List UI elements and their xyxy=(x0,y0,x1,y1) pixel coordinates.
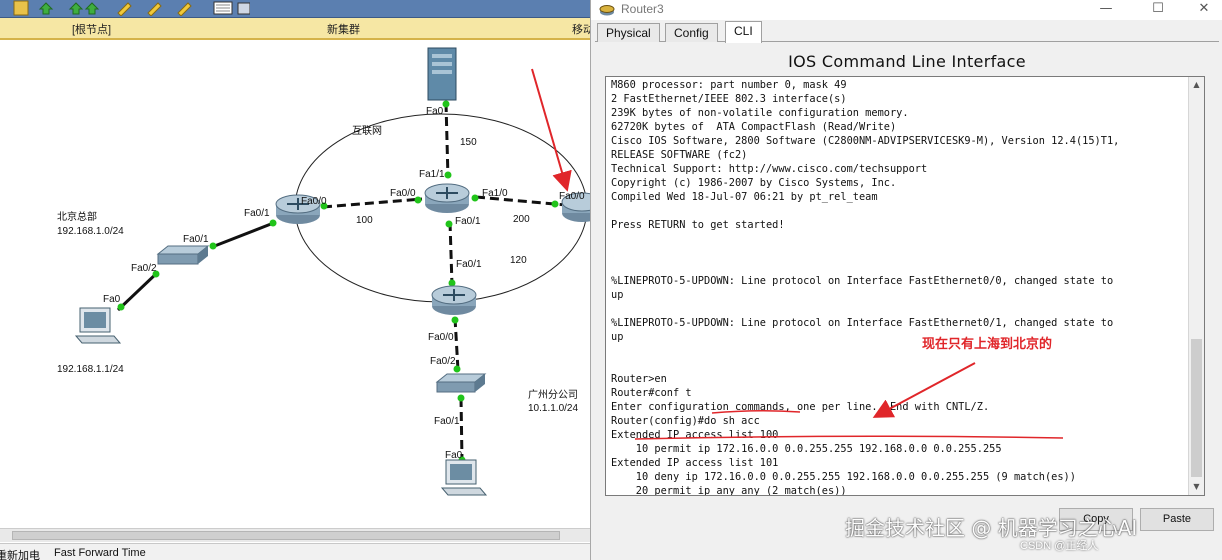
cluster-header: [根节点] 新集群 移动 xyxy=(0,18,596,40)
console-line: Compiled Wed 18-Jul-07 06:21 by pt_rel_t… xyxy=(611,191,878,203)
port-label: Fa0/0 xyxy=(428,332,454,343)
guangzhou-router-icon xyxy=(431,285,477,315)
console-line: Copyright (c) 1986-2007 by Cisco Systems… xyxy=(611,177,897,189)
link-cost-label: 120 xyxy=(510,255,527,266)
link-cost-label: 150 xyxy=(460,137,477,148)
console-line: 2 FastEthernet/IEEE 802.3 interface(s) xyxy=(611,93,847,105)
pc-ip: 192.168.1.1/24 xyxy=(57,364,124,375)
guangzhou-name: 广州分公司 xyxy=(528,390,578,401)
fast-forward-label[interactable]: Fast Forward Time xyxy=(54,547,146,559)
tab-cli[interactable]: CLI xyxy=(725,21,762,43)
console-line: Enter configuration commands, one per li… xyxy=(611,401,990,413)
cli-console[interactable]: M860 processor: part number 0, mask 49 2 … xyxy=(605,76,1205,496)
port-label: Fa0/1 xyxy=(183,234,209,245)
paste-button[interactable]: Paste xyxy=(1140,508,1214,531)
port-label: Fa0/0 xyxy=(559,191,585,202)
tab-bar: Physical Config CLI xyxy=(595,21,1219,43)
toolbar-icons[interactable] xyxy=(0,0,250,16)
guangzhou-network: 10.1.1.0/24 xyxy=(528,403,579,414)
console-line: %LINEPROTO-5-UPDOWN: Line protocol on In… xyxy=(611,317,1114,329)
topology-canvas[interactable]: Fa0 互联网 150 Fa1/1 Fa0/0 Fa0/0 Fa1/0 Fa0/… xyxy=(0,42,596,528)
link-cost-label: 200 xyxy=(513,214,530,225)
console-line: 239K bytes of non-volatile configuration… xyxy=(611,107,909,119)
router-app-icon xyxy=(599,5,615,16)
topology-drawing xyxy=(74,47,596,496)
console-line: up xyxy=(611,331,624,343)
console-line: %LINEPROTO-5-UPDOWN: Line protocol on In… xyxy=(611,275,1114,287)
root-node-label[interactable]: [根节点] xyxy=(72,21,111,37)
console-line: Router>en xyxy=(611,373,667,385)
guangzhou-pc-icon xyxy=(440,459,488,496)
console-line: Extended IP access list 101 xyxy=(611,457,779,469)
beijing-name: 北京总部 xyxy=(57,212,97,223)
status-bar: 重新加电 Fast Forward Time xyxy=(0,543,596,560)
window-title: Router3 xyxy=(621,2,664,16)
console-line: Cisco IOS Software, 2800 Software (C2800… xyxy=(611,135,1120,147)
port-label: Fa0/1 xyxy=(434,416,460,427)
console-scrollbar[interactable]: ▲ ▼ xyxy=(1188,77,1204,495)
port-label: Fa0/1 xyxy=(244,208,270,219)
console-line: RELEASE SOFTWARE (fc2) xyxy=(611,149,748,161)
port-label: Fa0 xyxy=(103,294,121,305)
console-line: 10 deny ip 172.16.0.0 0.0.255.255 192.16… xyxy=(611,471,1076,483)
title-bar[interactable]: Router3 — ☐ ✕ xyxy=(591,0,1222,20)
link-cost-label: 100 xyxy=(356,215,373,226)
console-line: up xyxy=(611,289,624,301)
port-label: Fa0/1 xyxy=(456,259,482,270)
beijing-network: 192.168.1.0/24 xyxy=(57,226,124,237)
port-label: Fa0/0 xyxy=(301,196,327,207)
console-line: M860 processor: part number 0, mask 49 xyxy=(611,79,847,91)
scroll-thumb[interactable] xyxy=(12,531,560,540)
console-line: Extended IP access list 100 xyxy=(611,429,779,441)
cloud-label: 互联网 xyxy=(352,126,382,137)
scroll-thumb[interactable] xyxy=(1191,339,1202,477)
port-label: Fa0 xyxy=(445,450,463,461)
annotation-text: 现在只有上海到北京的 xyxy=(922,337,1053,352)
port-label: Fa1/0 xyxy=(482,188,508,199)
console-output[interactable]: M860 processor: part number 0, mask 49 2 … xyxy=(611,78,1189,496)
new-cluster-label[interactable]: 新集群 xyxy=(327,21,360,37)
console-line: Router(config)#do sh acc xyxy=(611,415,760,427)
power-cycle-label[interactable]: 重新加电 xyxy=(0,547,40,560)
server-icon xyxy=(427,47,457,101)
beijing-switch-icon xyxy=(156,245,210,265)
console-line: Router#conf t xyxy=(611,387,692,399)
pt-toolbar xyxy=(0,0,596,18)
port-label: Fa0 xyxy=(426,106,444,117)
port-label: Fa0/1 xyxy=(455,216,481,227)
minimize-button[interactable]: — xyxy=(1083,0,1129,20)
tab-config[interactable]: Config xyxy=(665,23,718,42)
packet-tracer-workspace: [根节点] 新集群 移动 Fa0 互联网 150 Fa1/1 Fa0/0 Fa0… xyxy=(0,0,596,560)
port-label: Fa0/0 xyxy=(390,188,416,199)
maximize-button[interactable]: ☐ xyxy=(1135,0,1181,20)
cli-heading: IOS Command Line Interface xyxy=(788,52,1026,71)
core-router-icon xyxy=(424,183,470,213)
port-label: Fa0/2 xyxy=(430,356,456,367)
tab-physical[interactable]: Physical xyxy=(597,23,660,42)
close-button[interactable]: ✕ xyxy=(1181,0,1222,20)
horizontal-scrollbar[interactable] xyxy=(0,528,596,542)
console-line: Technical Support: http://www.cisco.com/… xyxy=(611,163,928,175)
guangzhou-switch-icon xyxy=(435,373,487,393)
port-label: Fa1/1 xyxy=(419,169,445,180)
scroll-down-icon[interactable]: ▼ xyxy=(1189,479,1204,495)
console-line: 20 permit ip any any (2 match(es)) xyxy=(611,485,847,496)
console-line: 62720K bytes of ATA CompactFlash (Read/W… xyxy=(611,121,897,133)
console-line: 10 permit ip 172.16.0.0 0.0.255.255 192.… xyxy=(611,443,1002,455)
link-dots xyxy=(117,100,559,464)
watermark-sub: CSDN @正经人 xyxy=(1020,540,1099,552)
scroll-up-icon[interactable]: ▲ xyxy=(1189,77,1204,93)
router-window: Router3 — ☐ ✕ Physical Config CLI IOS Co… xyxy=(590,0,1222,560)
beijing-pc-icon xyxy=(74,307,122,344)
console-line: Press RETURN to get started! xyxy=(611,219,785,231)
port-label: Fa0/2 xyxy=(131,263,157,274)
